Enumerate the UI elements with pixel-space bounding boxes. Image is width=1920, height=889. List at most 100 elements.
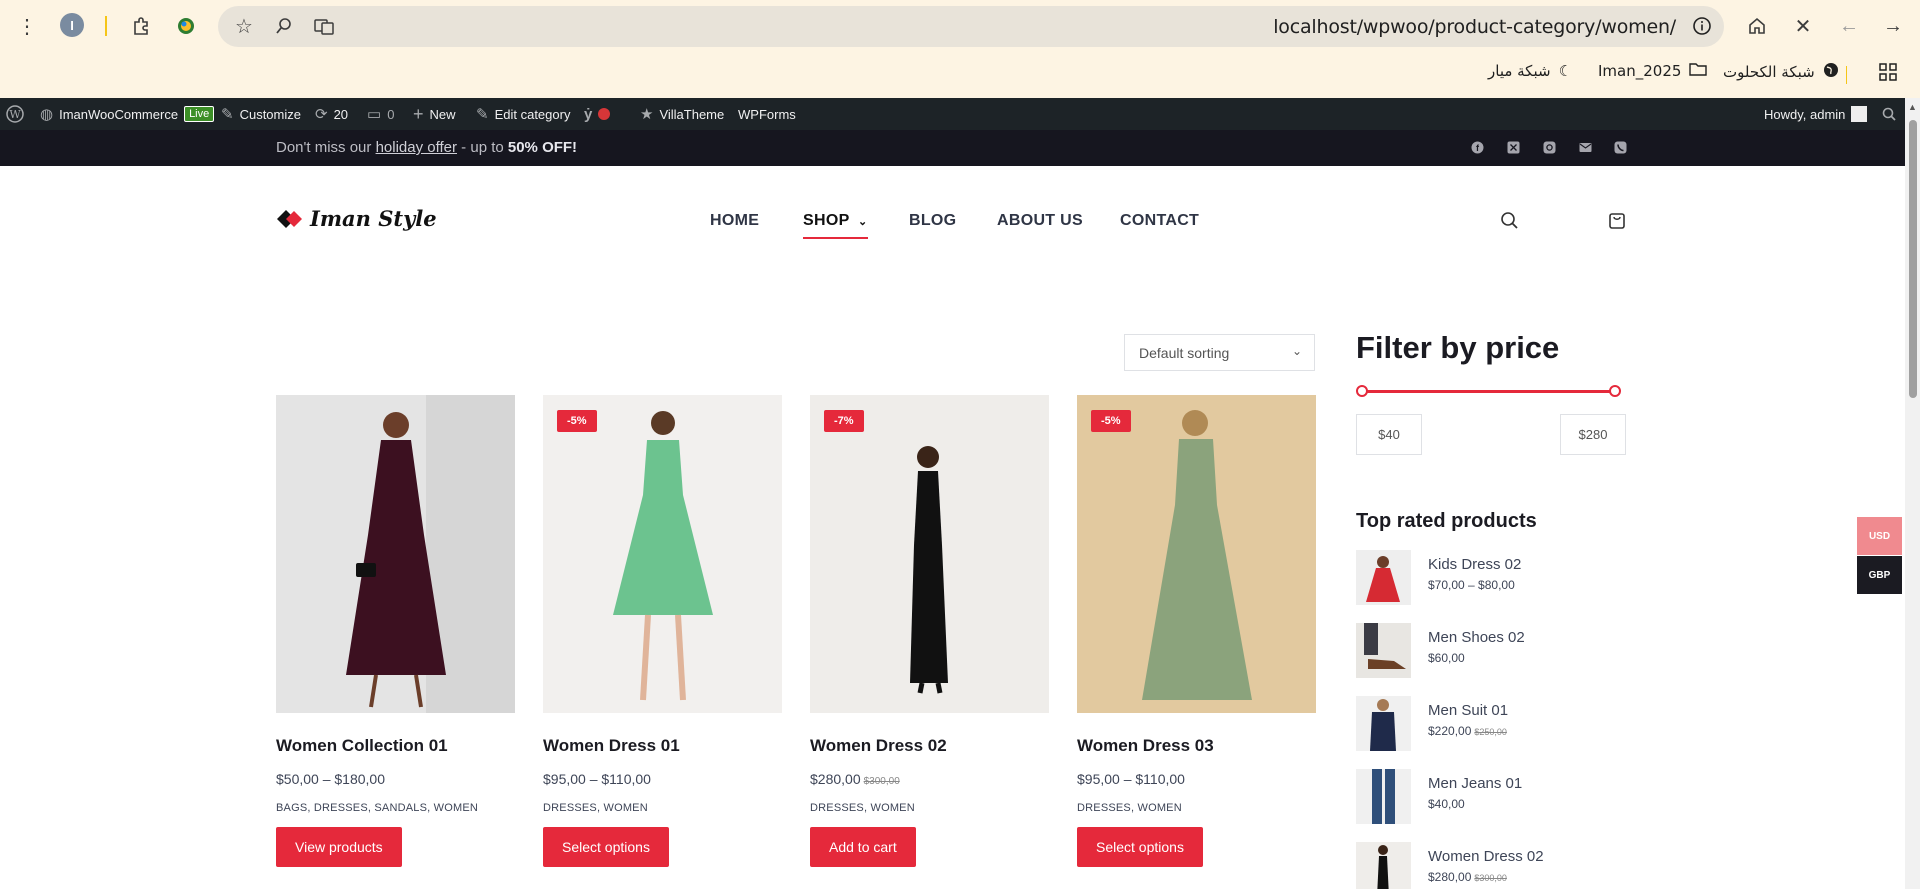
- top-rated-name[interactable]: Men Suit 01: [1428, 702, 1508, 719]
- extension-globe-icon[interactable]: [172, 12, 200, 40]
- product-image[interactable]: [276, 395, 515, 713]
- product-categories[interactable]: BAGS, DRESSES, SANDALS, WOMEN: [276, 802, 515, 814]
- holiday-offer-link[interactable]: holiday offer: [376, 139, 457, 156]
- bookmark-item[interactable]: Iman_2025: [1598, 62, 1708, 80]
- nav-shop[interactable]: SHOP ⌄: [803, 212, 868, 239]
- top-rated-name[interactable]: Men Shoes 02: [1428, 629, 1525, 646]
- bookmark-item[interactable]: شبكة الكحلوت: [1723, 62, 1839, 82]
- product-card[interactable]: -5% Women Dress 03 $95,00 – $110,00 DRES…: [1077, 395, 1316, 867]
- price-current: $280,00: [810, 771, 861, 787]
- extensions-icon[interactable]: [127, 12, 155, 40]
- url-text[interactable]: localhost/wpwoo/product-category/women/: [1273, 16, 1676, 38]
- min-price-field[interactable]: $40: [1356, 414, 1422, 455]
- new-content-menu[interactable]: + New: [413, 98, 456, 130]
- nav-contact[interactable]: CONTACT: [1120, 212, 1199, 230]
- forward-icon[interactable]: →: [1879, 12, 1907, 40]
- cart-icon[interactable]: [1607, 210, 1629, 232]
- updates-link[interactable]: ⟳ 20: [315, 98, 348, 130]
- top-rated-name[interactable]: Men Jeans 01: [1428, 775, 1522, 792]
- translate-icon[interactable]: [310, 12, 338, 40]
- product-thumbnail[interactable]: [1356, 623, 1411, 678]
- add-to-cart-button[interactable]: Add to cart: [810, 827, 916, 867]
- adminbar-search-icon[interactable]: [1882, 98, 1896, 130]
- facebook-icon[interactable]: f: [1469, 139, 1485, 155]
- address-bar[interactable]: ☆ localhost/wpwoo/product-category/women…: [218, 6, 1724, 47]
- wordpress-logo-icon[interactable]: W: [6, 98, 24, 130]
- promo-discount: 50% OFF!: [507, 139, 578, 156]
- nav-home[interactable]: HOME: [710, 212, 759, 230]
- product-categories[interactable]: DRESSES, WOMEN: [810, 802, 1049, 814]
- top-rated-item[interactable]: Kids Dress 02 $70,00 – $80,00: [1356, 550, 1626, 606]
- email-icon[interactable]: [1577, 139, 1593, 155]
- product-image[interactable]: -5%: [543, 395, 782, 713]
- new-label: New: [429, 106, 456, 122]
- site-logo[interactable]: Iman Style: [276, 206, 437, 231]
- select-options-button[interactable]: Select options: [1077, 827, 1203, 867]
- zoom-icon[interactable]: [270, 12, 298, 40]
- top-rated-item[interactable]: Men Jeans 01 $40,00: [1356, 769, 1626, 825]
- nav-about-us[interactable]: ABOUT US: [997, 212, 1083, 230]
- logo-diamond-icon: [276, 208, 306, 230]
- chevron-down-icon: ⌄: [1291, 344, 1302, 358]
- bookmark-item[interactable]: شبكة ميار ☾: [1488, 62, 1572, 80]
- product-thumbnail[interactable]: [1356, 769, 1411, 824]
- scrollbar-thumb[interactable]: [1909, 120, 1917, 398]
- price-range-slider[interactable]: [1356, 384, 1621, 398]
- slider-min-handle[interactable]: [1356, 385, 1368, 397]
- max-price-field[interactable]: $280: [1560, 414, 1626, 455]
- stop-icon[interactable]: ✕: [1789, 12, 1817, 40]
- product-thumbnail[interactable]: [1356, 842, 1411, 889]
- top-rated-item[interactable]: Women Dress 02 $280,00 $300,00: [1356, 842, 1626, 889]
- home-icon[interactable]: [1743, 12, 1771, 40]
- product-title[interactable]: Women Dress 02: [810, 736, 1049, 756]
- sale-badge: -7%: [824, 410, 864, 432]
- comments-link[interactable]: ▭ 0: [367, 98, 394, 130]
- wpforms-menu[interactable]: WPForms: [738, 98, 796, 130]
- product-thumbnail[interactable]: [1356, 550, 1411, 605]
- scroll-up-icon[interactable]: ▲: [1908, 102, 1917, 112]
- top-rated-name[interactable]: Women Dress 02: [1428, 848, 1544, 865]
- product-title[interactable]: Women Dress 03: [1077, 736, 1316, 756]
- product-thumbnail[interactable]: [1356, 696, 1411, 751]
- nav-blog[interactable]: BLOG: [909, 212, 956, 230]
- sorting-select[interactable]: Default sorting ⌄: [1124, 334, 1315, 371]
- slider-max-handle[interactable]: [1609, 385, 1621, 397]
- villatheme-menu[interactable]: ★ VillaTheme: [640, 98, 724, 130]
- top-rated-item[interactable]: Men Suit 01 $220,00 $250,00: [1356, 696, 1626, 752]
- top-rated-name[interactable]: Kids Dress 02: [1428, 556, 1521, 573]
- site-name-menu[interactable]: ◍ ImanWooCommerce Live: [40, 98, 215, 130]
- product-card[interactable]: -5% Women Dress 01 $95,00 – $110,00 DRES…: [543, 395, 782, 867]
- product-title[interactable]: Women Collection 01: [276, 736, 515, 756]
- product-image[interactable]: -5%: [1077, 395, 1316, 713]
- browser-menu-icon[interactable]: ⋮: [13, 12, 41, 40]
- back-icon[interactable]: ←: [1835, 12, 1863, 40]
- all-bookmarks-icon[interactable]: [1874, 58, 1902, 86]
- view-products-button[interactable]: View products: [276, 827, 402, 867]
- product-categories[interactable]: DRESSES, WOMEN: [543, 802, 782, 814]
- yoast-menu[interactable]: ẏ: [584, 98, 611, 130]
- site-info-icon[interactable]: [1688, 12, 1716, 40]
- page-scrollbar[interactable]: ▲: [1905, 98, 1920, 889]
- top-rated-price: $220,00 $250,00: [1428, 724, 1507, 738]
- product-title[interactable]: Women Dress 01: [543, 736, 782, 756]
- product-image[interactable]: -7%: [810, 395, 1049, 713]
- phone-icon[interactable]: [1612, 139, 1628, 155]
- product-categories[interactable]: DRESSES, WOMEN: [1077, 802, 1316, 814]
- shop-sidebar: Filter by price: [1356, 330, 1626, 398]
- x-twitter-icon[interactable]: [1505, 139, 1521, 155]
- product-price: $95,00 – $110,00: [1077, 771, 1316, 787]
- globe-icon: [1823, 62, 1839, 82]
- product-card[interactable]: -7% Women Dress 02 $280,00 $300,00 DRESSE…: [810, 395, 1049, 867]
- customize-link[interactable]: ✎ Customize: [221, 98, 301, 130]
- currency-usd-button[interactable]: USD: [1857, 517, 1902, 555]
- edit-category-link[interactable]: ✎ Edit category: [476, 98, 570, 130]
- instagram-icon[interactable]: [1541, 139, 1557, 155]
- select-options-button[interactable]: Select options: [543, 827, 669, 867]
- profile-avatar[interactable]: I: [60, 13, 84, 37]
- product-card[interactable]: Women Collection 01 $50,00 – $180,00 BAG…: [276, 395, 515, 867]
- search-icon[interactable]: [1499, 210, 1521, 232]
- currency-gbp-button[interactable]: GBP: [1857, 556, 1902, 594]
- bookmark-star-icon[interactable]: ☆: [230, 12, 258, 40]
- top-rated-item[interactable]: Men Shoes 02 $60,00: [1356, 623, 1626, 679]
- account-menu[interactable]: Howdy, admin: [1764, 98, 1868, 130]
